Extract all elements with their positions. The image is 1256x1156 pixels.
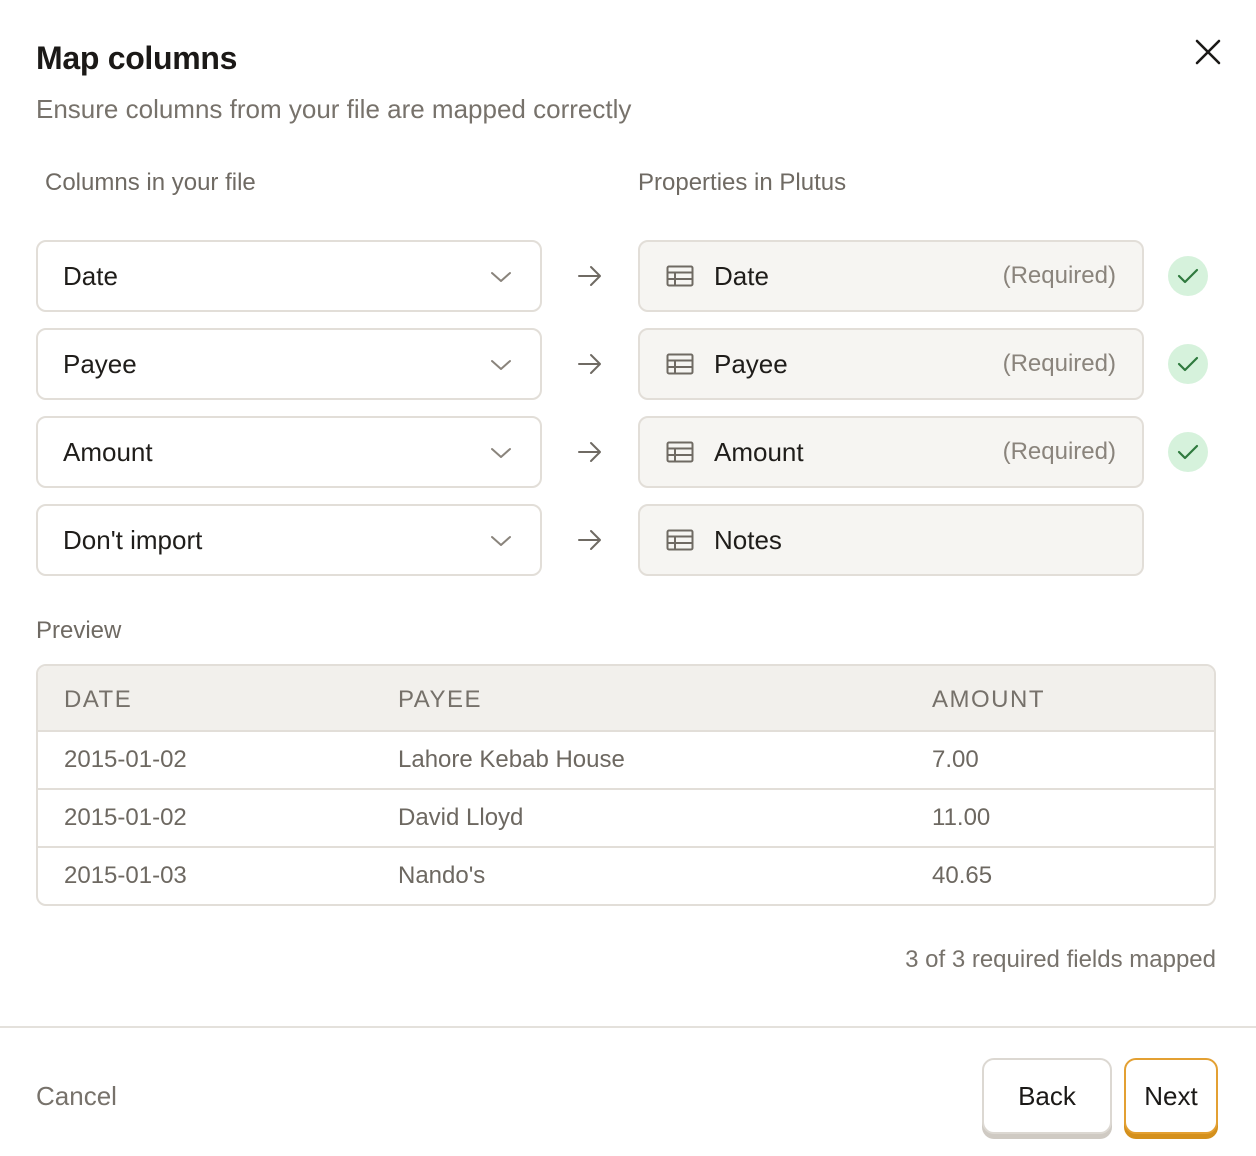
mapping-summary: 3 of 3 required fields mapped	[905, 946, 1216, 973]
table-icon	[666, 353, 694, 375]
arrow-right-icon	[578, 354, 601, 374]
chevron-down-icon	[491, 536, 511, 546]
dialog-subtitle: Ensure columns from your file are mapped…	[36, 94, 632, 124]
chevron-down-icon	[491, 272, 511, 282]
mapping-row-payee: Payee Payee (Required)	[36, 328, 1226, 400]
cell-amount: 7.00	[932, 746, 979, 773]
table-header: DATE PAYEE AMOUNT	[38, 666, 1214, 732]
source-column-select-payee[interactable]: Payee	[36, 328, 542, 400]
property-name: Payee	[714, 348, 788, 379]
arrow-right-icon	[578, 530, 601, 550]
cell-date: 2015-01-02	[64, 804, 187, 831]
dialog-title: Map columns	[36, 40, 238, 76]
cell-date: 2015-01-03	[64, 862, 187, 889]
table-row: 2015-01-02 Lahore Kebab House 7.00	[38, 732, 1214, 790]
column-header-date: DATE	[64, 686, 133, 713]
property-name: Date	[714, 260, 769, 291]
table-icon	[666, 529, 694, 551]
property-field-payee: Payee (Required)	[638, 328, 1144, 400]
source-column-value: Date	[63, 260, 118, 291]
check-icon	[1177, 356, 1199, 372]
column-header-payee: PAYEE	[398, 686, 482, 713]
preview-table: DATE PAYEE AMOUNT 2015-01-02 Lahore Keba…	[36, 664, 1216, 906]
preview-label: Preview	[36, 617, 122, 644]
mapped-status	[1168, 256, 1208, 296]
source-column-select-date[interactable]: Date	[36, 240, 542, 312]
mapping-row-date: Date Date (Required)	[36, 240, 1226, 312]
next-button[interactable]: Next	[1124, 1058, 1218, 1134]
property-field-amount: Amount (Required)	[638, 416, 1144, 488]
mapped-status	[1168, 432, 1208, 472]
mapping-row-notes: Don't import Notes	[36, 504, 1226, 576]
arrow-right-icon	[578, 266, 601, 286]
cell-payee: David Lloyd	[398, 804, 524, 831]
properties-header: Properties in Plutus	[638, 169, 847, 196]
check-icon	[1177, 444, 1199, 460]
source-column-value: Don't import	[63, 524, 203, 555]
source-column-select-notes[interactable]: Don't import	[36, 504, 542, 576]
table-icon	[666, 441, 694, 463]
source-column-value: Amount	[63, 436, 153, 467]
required-label: (Required)	[1002, 438, 1116, 465]
close-icon	[1195, 39, 1221, 65]
cell-payee: Lahore Kebab House	[398, 746, 625, 773]
cell-amount: 40.65	[932, 862, 993, 889]
check-icon	[1177, 268, 1199, 284]
property-name: Amount	[714, 436, 804, 467]
footer-divider	[0, 1026, 1256, 1028]
property-field-notes: Notes	[638, 504, 1144, 576]
source-column-value: Payee	[63, 348, 137, 379]
chevron-down-icon	[491, 448, 511, 458]
table-icon	[666, 265, 694, 287]
table-row: 2015-01-02 David Lloyd 11.00	[38, 790, 1214, 848]
chevron-down-icon	[491, 360, 511, 370]
property-field-date: Date (Required)	[638, 240, 1144, 312]
cancel-button[interactable]: Cancel	[36, 1081, 117, 1112]
table-row: 2015-01-03 Nando's 40.65	[38, 848, 1214, 904]
required-label: (Required)	[1002, 262, 1116, 289]
property-name: Notes	[714, 524, 782, 555]
map-columns-dialog: Map columns Ensure columns from your fil…	[0, 0, 1256, 1156]
cell-date: 2015-01-02	[64, 746, 187, 773]
arrow-right-icon	[578, 442, 601, 462]
mapping-row-amount: Amount Amount (Required)	[36, 416, 1226, 488]
mapped-status	[1168, 344, 1208, 384]
cell-amount: 11.00	[932, 804, 991, 831]
source-column-select-amount[interactable]: Amount	[36, 416, 542, 488]
columns-in-file-header: Columns in your file	[45, 169, 256, 196]
back-button[interactable]: Back	[982, 1058, 1112, 1134]
cell-payee: Nando's	[398, 862, 486, 889]
column-header-amount: AMOUNT	[932, 686, 1045, 713]
required-label: (Required)	[1002, 350, 1116, 377]
close-button[interactable]	[1190, 34, 1226, 70]
